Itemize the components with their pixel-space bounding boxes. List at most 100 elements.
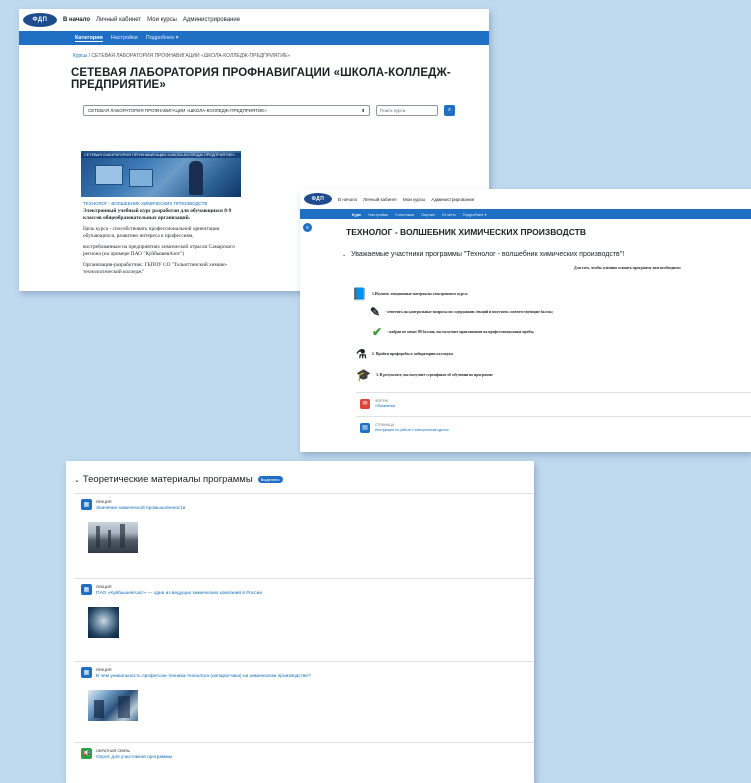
checkmark-icon: ✔ — [372, 325, 383, 339]
breadcrumb-courses[interactable]: Курсы — [73, 53, 87, 59]
page-icon: ▤ — [360, 422, 370, 433]
step-item: ✔ - набрав не менее 80 баллов, вы получи… — [372, 326, 534, 338]
course-summary-3: востребованным на предприятиях химическо… — [83, 244, 235, 257]
search-button[interactable]: ⌕ — [444, 105, 455, 116]
tab-grades[interactable]: Оценки — [421, 212, 435, 217]
search-icon: ⌕ — [447, 107, 452, 113]
step-text: 3. В результате, вы получите сертификат … — [375, 373, 493, 377]
thumbnail-shape — [118, 696, 130, 718]
category-select[interactable]: СЕТЕВАЯ ЛАБОРАТОРИЯ ПРОФНАВИГАЦИИ «ШКОЛА… — [83, 105, 370, 116]
breadcrumb-current: СЕТЕВАЯ ЛАБОРАТОРИЯ ПРОФНАВИГАЦИИ «ШКОЛА… — [91, 53, 291, 59]
step-item: ⚗ 2. Пройти профпробы в лаборатории колл… — [356, 348, 453, 360]
certificate-icon: 🎓 — [356, 368, 371, 382]
course-card-image[interactable]: СЕТЕВАЯ ЛАБОРАТОРИЯ ПРОФНАВИГАЦИИ «ШКОЛА… — [81, 151, 241, 197]
activity-text: ЛЕКЦИЯ В чем уникальность профессии техн… — [96, 667, 311, 680]
lesson-icon: ▦ — [81, 667, 92, 678]
activity-lesson[interactable]: ▦ ЛЕКЦИЯ ПАО «КуйбышевАзот» — одна из ве… — [74, 578, 534, 659]
activity-header: 📢 ОБРАТНАЯ СВЯЗЬ Опрос для участников пр… — [74, 743, 534, 761]
course-index-toggle[interactable]: ≡ — [303, 223, 312, 232]
activity-lesson[interactable]: ▦ ЛЕКЦИЯ В чем уникальность профессии те… — [74, 661, 534, 742]
top-navbar: ФДП В начало Личный кабинет Мои курсы Ад… — [19, 9, 489, 31]
quiz-icon: ✎ — [370, 305, 381, 319]
site-logo[interactable]: ФДП — [23, 13, 57, 27]
course-card-body: ТЕХНОЛОГ - ВОЛШЕБНИК ХИМИЧЕСКИХ ПРОИЗВОД… — [81, 197, 241, 282]
thumbnail-shape — [94, 700, 104, 718]
activity-text: ЛЕКЦИЯ Значение химической промышленност… — [96, 499, 185, 512]
tab-settings[interactable]: Настройки — [111, 35, 138, 41]
course-section-screenshot: ⌄ Теоретические материалы программы Выде… — [66, 461, 534, 783]
tab-category[interactable]: Категория — [75, 35, 103, 42]
lesson-thumbnail[interactable] — [88, 607, 119, 638]
activity-link[interactable]: Объявления — [375, 404, 395, 409]
megaphone-icon: 📢 — [81, 748, 92, 759]
nav-dashboard[interactable]: Личный кабинет — [363, 197, 397, 202]
study-icon: 📘 — [352, 287, 367, 301]
activity-page[interactable]: ▤ СТРАНИЦА Инструкция по работе с электр… — [356, 416, 751, 438]
activity-forum[interactable]: ✉ ФОРУМ Объявления — [356, 392, 751, 414]
list-icon: ≡ — [306, 224, 309, 231]
step-text: - ответить на контрольные вопросы по сод… — [385, 310, 553, 314]
section-title: Теоретические материалы программы — [82, 474, 253, 485]
activity-text: ОБРАТНАЯ СВЯЗЬ Опрос для участников прог… — [96, 748, 172, 761]
course-summary-4: Организация-разработчик: ГБПОУ СО "Толья… — [83, 262, 228, 275]
activity-link[interactable]: Инструкция по работе с электронным курсо… — [375, 428, 449, 433]
tab-more[interactable]: Подробнее ▾ — [463, 212, 487, 217]
course-summary-2: Цель курса - способствовать профессионал… — [83, 226, 220, 239]
nav-administration[interactable]: Администрирование — [431, 197, 474, 202]
lab-icon: ⚗ — [356, 347, 367, 361]
activity-text: ФОРУМ Объявления — [375, 399, 395, 409]
section-heading[interactable]: ⌄ Уважаемые участники программы "Техноло… — [342, 251, 751, 258]
monitor-shape — [129, 169, 153, 187]
nav-administration[interactable]: Администрирование — [183, 17, 240, 23]
monitor-shape — [95, 165, 123, 185]
select-arrow-icon: ⬍ — [361, 107, 365, 113]
activity-link[interactable]: Опрос для участников программы — [96, 755, 172, 762]
chevron-down-icon[interactable]: ⌄ — [342, 252, 346, 258]
activity-link[interactable]: В чем уникальность профессии техника-тех… — [96, 674, 311, 681]
course-summary-1: Электронный учебный курс разработан для … — [83, 208, 232, 221]
step-text: 1.Изучить лекционные материалы электронн… — [371, 292, 468, 296]
secondary-navbar: Категория Настройки Подробнее ▾ — [19, 31, 489, 45]
thumbnail-shape — [120, 524, 125, 548]
activity-header: ▦ ЛЕКЦИЯ ПАО «КуйбышевАзот» — одна из ве… — [74, 579, 534, 597]
step-item: 🎓 3. В результате, вы получите сертифика… — [356, 369, 493, 381]
course-name-link[interactable]: ТЕХНОЛОГ - ВОЛШЕБНИК ХИМИЧЕСКИХ ПРОИЗВОД… — [83, 201, 239, 206]
nav-my-courses[interactable]: Мои курсы — [403, 197, 425, 202]
chevron-down-icon[interactable]: ⌄ — [74, 476, 80, 484]
course-card[interactable]: СЕТЕВАЯ ЛАБОРАТОРИЯ ПРОФНАВИГАЦИИ «ШКОЛА… — [81, 151, 241, 282]
course-filter-row: СЕТЕВАЯ ЛАБОРАТОРИЯ ПРОФНАВИГАЦИИ «ШКОЛА… — [83, 105, 489, 116]
tab-participants[interactable]: Участники — [395, 212, 414, 217]
nav-dashboard[interactable]: Личный кабинет — [96, 17, 141, 23]
secondary-navbar: Курс Настройки Участники Оценки Отчеты П… — [300, 209, 751, 219]
nav-my-courses[interactable]: Мои курсы — [147, 17, 177, 23]
page-title: СЕТЕВАЯ ЛАБОРАТОРИЯ ПРОФНАВИГАЦИИ «ШКОЛА… — [71, 67, 451, 91]
lesson-thumbnail[interactable] — [88, 690, 138, 721]
nav-home[interactable]: В начало — [338, 197, 357, 202]
activity-text: ЛЕКЦИЯ ПАО «КуйбышевАзот» — одна из веду… — [96, 584, 262, 597]
section-heading[interactable]: ⌄ Теоретические материалы программы Выде… — [74, 474, 534, 485]
forum-icon: ✉ — [360, 398, 370, 409]
course-search-input[interactable]: Поиск курса — [376, 105, 438, 116]
activity-link[interactable]: Значение химической промышленности — [96, 506, 185, 513]
site-logo[interactable]: ФДП — [304, 193, 332, 205]
activity-text: СТРАНИЦА Инструкция по работе с электрон… — [375, 423, 449, 433]
tab-course[interactable]: Курс — [352, 212, 361, 217]
step-text: - набрав не менее 80 баллов, вы получите… — [387, 330, 535, 334]
nav-home[interactable]: В начало — [63, 17, 90, 23]
highlighted-badge: Выделено — [257, 476, 283, 483]
activity-header: ▦ ЛЕКЦИЯ Значение химической промышленно… — [74, 494, 534, 512]
step-item: ✎ - ответить на контрольные вопросы по с… — [370, 306, 553, 318]
activity-link[interactable]: ПАО «КуйбышевАзот» — одна из ведущих хим… — [96, 591, 262, 598]
thumbnail-shape — [96, 526, 100, 548]
course-title: ТЕХНОЛОГ - ВОЛШЕБНИК ХИМИЧЕСКИХ ПРОИЗВОД… — [346, 227, 586, 237]
thumbnail-shape — [108, 530, 111, 548]
course-image-banner: СЕТЕВАЯ ЛАБОРАТОРИЯ ПРОФНАВИГАЦИИ «ШКОЛА… — [81, 153, 241, 158]
tab-reports[interactable]: Отчеты — [442, 212, 456, 217]
tab-more[interactable]: Подробнее ▾ — [146, 35, 179, 41]
lesson-thumbnail[interactable] — [88, 522, 138, 553]
tab-settings[interactable]: Настройки — [368, 212, 388, 217]
lesson-icon: ▦ — [81, 584, 92, 595]
activity-feedback[interactable]: 📢 ОБРАТНАЯ СВЯЗЬ Опрос для участников пр… — [74, 742, 534, 783]
breadcrumb: Курсы / СЕТЕВАЯ ЛАБОРАТОРИЯ ПРОФНАВИГАЦИ… — [73, 53, 489, 59]
lesson-icon: ▦ — [81, 499, 92, 510]
